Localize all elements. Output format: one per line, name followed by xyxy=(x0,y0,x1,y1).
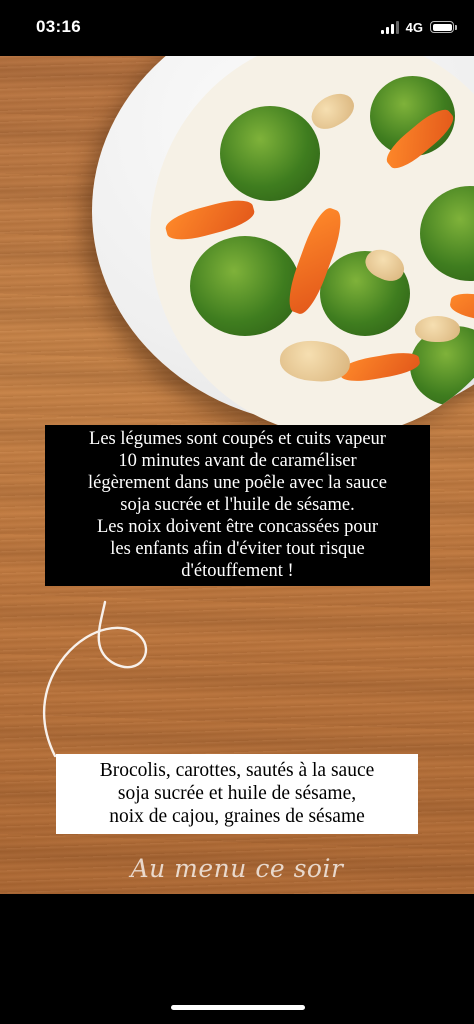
script-title: Au menu ce soir xyxy=(130,854,344,883)
caption-white: Brocolis, carottes, sautés à la sauce so… xyxy=(56,754,418,834)
signal-icon xyxy=(380,20,399,34)
network-type: 4G xyxy=(405,19,423,35)
battery-icon xyxy=(430,21,457,33)
status-bar: 03:16 4G xyxy=(0,0,474,56)
caption-line: d'étouffement ! xyxy=(181,561,294,581)
caption-line: Brocolis, carottes, sautés à la sauce xyxy=(99,760,375,781)
caption-line: légèrement dans une poêle avec la sauce xyxy=(88,473,387,493)
caption-line: soja sucrée et l'huile de sésame. xyxy=(120,495,355,515)
status-indicators: 4G xyxy=(380,17,457,37)
caption-line: Les noix doivent être concassées pour xyxy=(96,517,378,537)
story-image[interactable]: Les légumes sont coupés et cuits vapeur … xyxy=(0,56,474,894)
caption-line: Les légumes sont coupés et cuits vapeur xyxy=(89,429,386,449)
status-time: 03:16 xyxy=(36,17,81,36)
caption-line: 10 minutes avant de caraméliser xyxy=(118,451,357,471)
loop-doodle-icon xyxy=(42,600,147,758)
caption-line: les enfants afin d'éviter tout risque xyxy=(110,539,365,559)
caption-line: soja sucrée et huile de sésame, xyxy=(117,783,357,804)
caption-black: Les légumes sont coupés et cuits vapeur … xyxy=(45,425,430,586)
caption-line: noix de cajou, graines de sésame xyxy=(109,806,365,827)
home-indicator[interactable] xyxy=(171,1005,305,1010)
